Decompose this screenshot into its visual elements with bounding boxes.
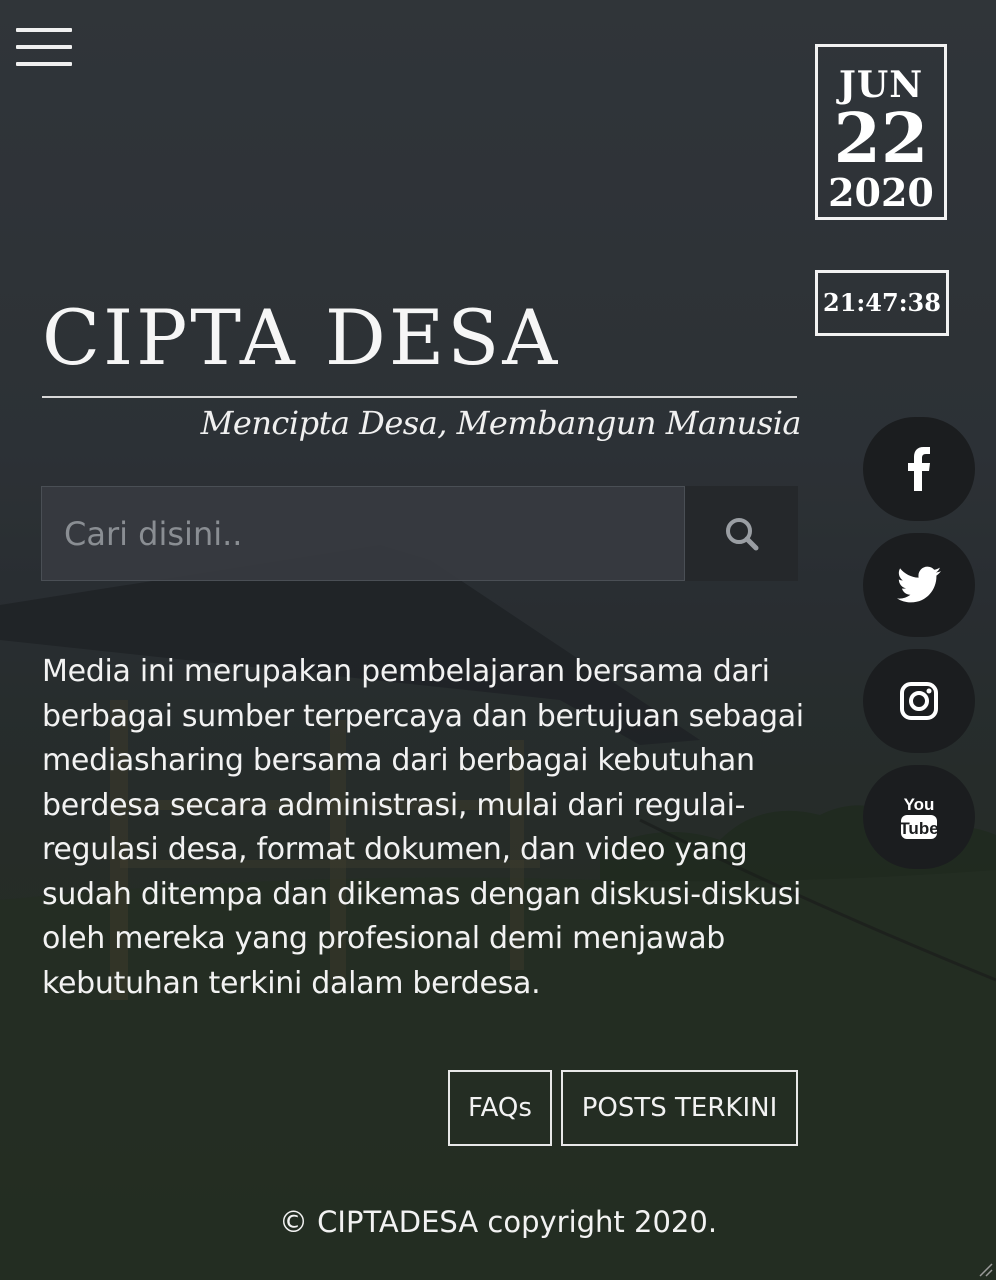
hamburger-menu-icon[interactable]	[16, 26, 74, 68]
date-widget: JUN 22 2020	[815, 44, 947, 220]
svg-text:Tube: Tube	[899, 819, 938, 838]
date-day: 22	[833, 99, 929, 179]
youtube-button[interactable]: You Tube	[863, 765, 975, 869]
faqs-button[interactable]: FAQs	[448, 1070, 552, 1146]
footer-copyright: © CIPTADESA copyright 2020.	[278, 1205, 718, 1239]
facebook-icon	[908, 447, 930, 491]
date-year: 2020	[828, 170, 934, 215]
twitter-button[interactable]	[863, 533, 975, 637]
site-tagline: Mencipta Desa, Membangun Manusia	[200, 404, 802, 442]
menu-bar-top	[16, 28, 72, 32]
menu-bar-bottom	[16, 62, 72, 66]
posts-terkini-button[interactable]: POSTS TERKINI	[561, 1070, 798, 1146]
youtube-icon: You Tube	[899, 795, 939, 839]
twitter-icon	[897, 566, 941, 603]
menu-bar-middle	[16, 45, 72, 49]
facebook-button[interactable]	[863, 417, 975, 521]
instagram-icon	[900, 682, 938, 720]
clock-widget: 21:47:38	[815, 270, 949, 336]
search-form	[41, 486, 798, 581]
search-icon	[725, 517, 758, 550]
svg-text:You: You	[904, 795, 935, 814]
site-title: CIPTA DESA	[42, 293, 561, 382]
search-button[interactable]	[685, 486, 798, 581]
search-input[interactable]	[41, 486, 685, 581]
resize-grip-icon[interactable]	[972, 1256, 994, 1278]
site-description: Media ini merupakan pembelajaran bersama…	[42, 654, 804, 1001]
instagram-button[interactable]	[863, 649, 975, 753]
